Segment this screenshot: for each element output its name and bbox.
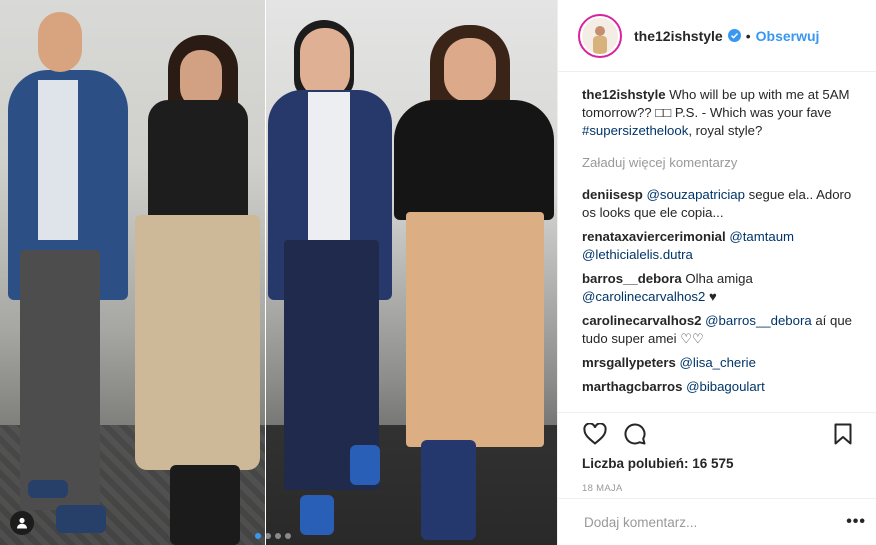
comment-username[interactable]: deniisesp [582,187,643,202]
save-button[interactable] [830,421,856,447]
comment-mention[interactable]: @lethicialelis.dutra [582,247,693,262]
post-date[interactable]: 18 MAJA [582,483,623,494]
post-photo[interactable] [0,0,557,545]
header-username[interactable]: the12ishstyle [634,28,723,44]
comment-mention[interactable]: @carolinecarvalhos2 [582,289,705,304]
bookmark-icon [834,423,852,445]
comments-list: the12ishstyle Who will be up with me at … [582,86,864,402]
heart-emoji: ♥ [709,289,717,304]
caption-username[interactable]: the12ishstyle [582,87,666,102]
comment: carolinecarvalhos2 @barros__debora aí qu… [582,312,864,348]
comment: renataxaviercerimonial @tamtaum @lethici… [582,228,864,264]
carousel-dot[interactable] [265,533,271,539]
comment-username[interactable]: barros__debora [582,271,682,286]
likes-number: 16 575 [692,456,734,471]
comment-text: Olha amiga [685,271,753,286]
comment: mrsgallypeters @lisa_cherie [582,354,864,372]
post-actions: Liczba polubień: 16 575 18 MAJA [558,412,876,494]
comment-icon [624,423,646,445]
header-separator: • [745,27,751,44]
comment-username[interactable]: marthagcbarros [582,379,682,394]
caption-text: Who will be up with me at 5AM [669,87,850,102]
comment: deniisesp @souzapatriciap segue ela.. Ad… [582,186,864,222]
user-tag-icon [17,517,27,529]
likes-count[interactable]: Liczba polubień: 16 575 [582,456,734,471]
add-comment-section: ••• [558,498,876,545]
carousel-dot[interactable] [285,533,291,539]
avatar[interactable] [578,13,622,58]
action-bar [558,413,876,455]
comment-username[interactable]: carolinecarvalhos2 [582,313,702,328]
comment-button[interactable] [622,421,648,447]
comment-mention[interactable]: @bibagoulart [686,379,765,394]
verified-badge-icon [727,29,741,42]
caption: the12ishstyle Who will be up with me at … [582,86,864,140]
comment: barros__debora Olha amiga @carolinecarva… [582,270,864,306]
caption-text: , royal style? [688,123,763,138]
comment-mention[interactable]: @lisa_cherie [680,355,756,370]
carousel-dots [255,533,291,539]
heart-icon [583,423,607,445]
load-more-comments[interactable]: Załaduj więcej komentarzy [582,154,864,172]
user-tag-button[interactable] [10,511,34,535]
photo-panel-original [0,0,265,545]
carousel-dot[interactable] [275,533,281,539]
follow-button[interactable]: Obserwuj [756,28,820,44]
like-button[interactable] [582,421,608,447]
avatar-image [582,17,618,54]
post-sidebar: the12ishstyle • Obserwuj the12ishstyle W… [557,0,876,545]
comment: marthagcbarros @bibagoulart [582,378,864,396]
comment-mention[interactable]: @souzapatriciap [647,187,745,202]
comment-username[interactable]: renataxaviercerimonial [582,229,726,244]
photo-panel-recreation [266,0,557,545]
likes-label: Liczba polubień: [582,456,689,471]
more-options-button[interactable]: ••• [846,513,866,531]
comment-mention[interactable]: @barros__debora [705,313,812,328]
caption-hashtag[interactable]: #supersizethelook [582,123,688,138]
carousel-dot[interactable] [255,533,261,539]
caption-text: tomorrow?? □□ P.S. - Which was your fave [582,105,832,120]
comment-username[interactable]: mrsgallypeters [582,355,676,370]
comment-input[interactable] [582,513,847,531]
instagram-post: the12ishstyle • Obserwuj the12ishstyle W… [0,0,876,545]
post-header: the12ishstyle • Obserwuj [558,0,876,72]
comment-mention[interactable]: @tamtaum [729,229,794,244]
